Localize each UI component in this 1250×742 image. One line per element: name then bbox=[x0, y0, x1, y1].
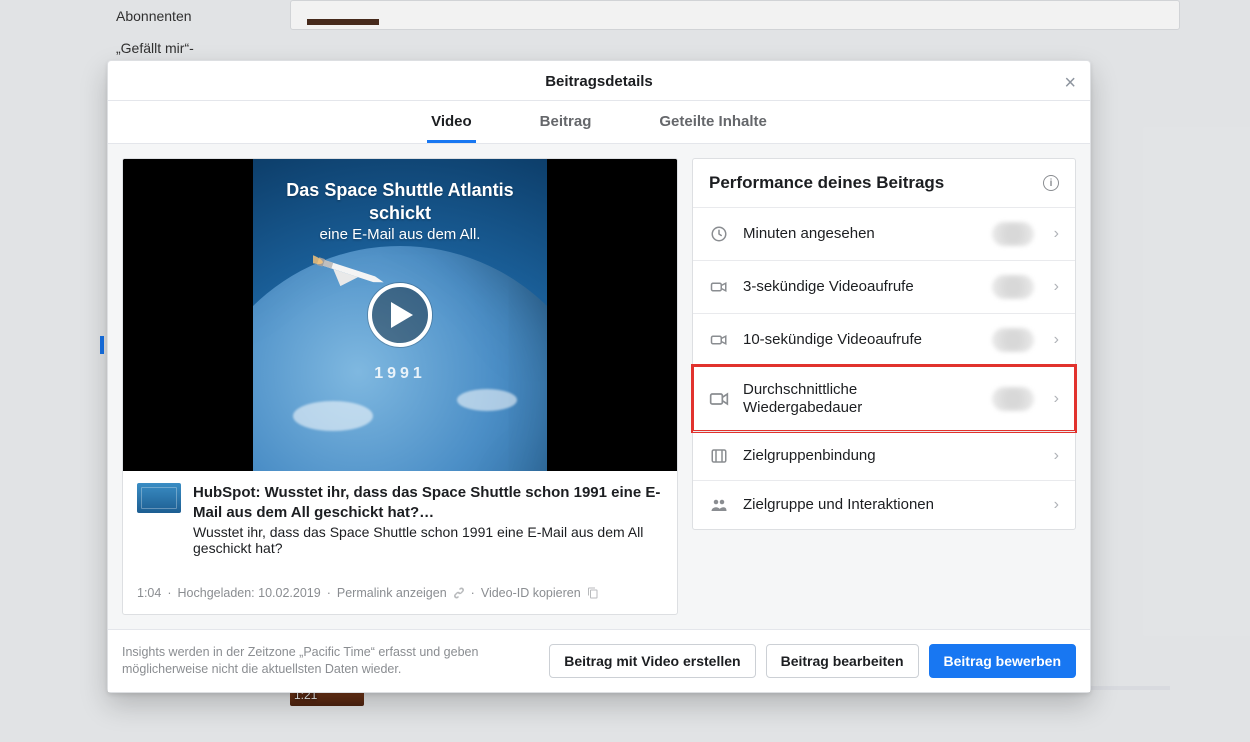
video-description: Wusstet ihr, dass das Space Shuttle scho… bbox=[123, 524, 677, 566]
footer-disclaimer: Insights werden in der Zeitzone „Pacific… bbox=[122, 644, 539, 678]
copy-video-id-link[interactable]: Video-ID kopieren bbox=[481, 586, 581, 600]
chevron-right-icon: › bbox=[1054, 496, 1059, 514]
film-icon bbox=[709, 446, 729, 466]
play-button[interactable] bbox=[368, 283, 432, 347]
metric-label: Durchschnittliche Wiedergabedauer bbox=[743, 381, 978, 417]
metric-audience-retention[interactable]: Zielgruppenbindung › bbox=[693, 431, 1075, 480]
modal-footer: Insights werden in der Zeitzone „Pacific… bbox=[108, 629, 1090, 692]
metric-value-redacted bbox=[992, 275, 1034, 299]
chevron-right-icon: › bbox=[1054, 447, 1059, 465]
metric-10s-views[interactable]: 10-sekündige Videoaufrufe › bbox=[693, 313, 1075, 366]
video-player[interactable]: Das Space Shuttle Atlantis schickt eine … bbox=[123, 159, 677, 471]
modal-title: Beitragsdetails bbox=[108, 73, 1090, 100]
create-post-with-video-button[interactable]: Beitrag mit Video erstellen bbox=[549, 644, 755, 678]
performance-card: Performance deines Beitrags i Minuten an… bbox=[692, 158, 1076, 530]
metric-label: Zielgruppe und Interaktionen bbox=[743, 496, 1040, 514]
video-duration: 1:04 bbox=[137, 586, 161, 600]
video-overlay-year: 1991 bbox=[374, 365, 426, 383]
video-title: HubSpot: Wusstet ihr, dass das Space Shu… bbox=[193, 483, 663, 522]
video-card: Das Space Shuttle Atlantis schickt eine … bbox=[122, 158, 678, 615]
metric-label: 10-sekündige Videoaufrufe bbox=[743, 331, 978, 349]
metric-value-redacted bbox=[992, 222, 1034, 246]
metric-label: Minuten angesehen bbox=[743, 225, 978, 243]
tab-shared[interactable]: Geteilte Inhalte bbox=[655, 101, 771, 143]
video-camera-icon bbox=[709, 330, 729, 350]
video-outline-icon bbox=[709, 389, 729, 409]
video-overlay-line1: Das Space Shuttle Atlantis schickt bbox=[286, 180, 513, 223]
metric-avg-watch-time[interactable]: Durchschnittliche Wiedergabedauer › bbox=[693, 366, 1075, 431]
permalink-link[interactable]: Permalink anzeigen bbox=[337, 586, 447, 600]
close-icon[interactable]: × bbox=[1064, 73, 1076, 93]
promote-post-button[interactable]: Beitrag bewerben bbox=[929, 644, 1076, 678]
performance-heading: Performance deines Beitrags bbox=[709, 173, 944, 193]
clock-icon bbox=[709, 224, 729, 244]
video-footer: 1:04 · Hochgeladen: 10.02.2019 · Permali… bbox=[123, 566, 677, 614]
edit-post-button[interactable]: Beitrag bearbeiten bbox=[766, 644, 919, 678]
metric-label: 3-sekündige Videoaufrufe bbox=[743, 278, 978, 296]
people-icon bbox=[709, 495, 729, 515]
post-details-modal: Beitragsdetails × Video Beitrag Geteilte… bbox=[107, 60, 1091, 693]
modal-header: Beitragsdetails × bbox=[108, 61, 1090, 100]
chevron-right-icon: › bbox=[1054, 390, 1059, 408]
metric-label: Zielgruppenbindung bbox=[743, 447, 1040, 465]
link-icon bbox=[453, 587, 465, 599]
video-thumbnail-icon bbox=[137, 483, 181, 513]
metric-3s-views[interactable]: 3-sekündige Videoaufrufe › bbox=[693, 260, 1075, 313]
modal-tabs: Video Beitrag Geteilte Inhalte bbox=[108, 100, 1090, 144]
metric-minutes-watched[interactable]: Minuten angesehen › bbox=[693, 207, 1075, 260]
tab-post[interactable]: Beitrag bbox=[536, 101, 596, 143]
tab-video[interactable]: Video bbox=[427, 101, 476, 143]
metric-value-redacted bbox=[992, 328, 1034, 352]
video-uploaded: Hochgeladen: 10.02.2019 bbox=[178, 586, 321, 600]
chevron-right-icon: › bbox=[1054, 278, 1059, 296]
chevron-right-icon: › bbox=[1054, 225, 1059, 243]
video-camera-icon bbox=[709, 277, 729, 297]
metric-value-redacted bbox=[992, 387, 1034, 411]
chevron-right-icon: › bbox=[1054, 331, 1059, 349]
video-overlay-headline: Das Space Shuttle Atlantis schickt eine … bbox=[253, 179, 547, 245]
metric-audience-interactions[interactable]: Zielgruppe und Interaktionen › bbox=[693, 480, 1075, 529]
video-overlay-line2: eine E-Mail aus dem All. bbox=[253, 226, 547, 245]
info-icon[interactable]: i bbox=[1043, 175, 1059, 191]
copy-icon bbox=[587, 587, 599, 599]
